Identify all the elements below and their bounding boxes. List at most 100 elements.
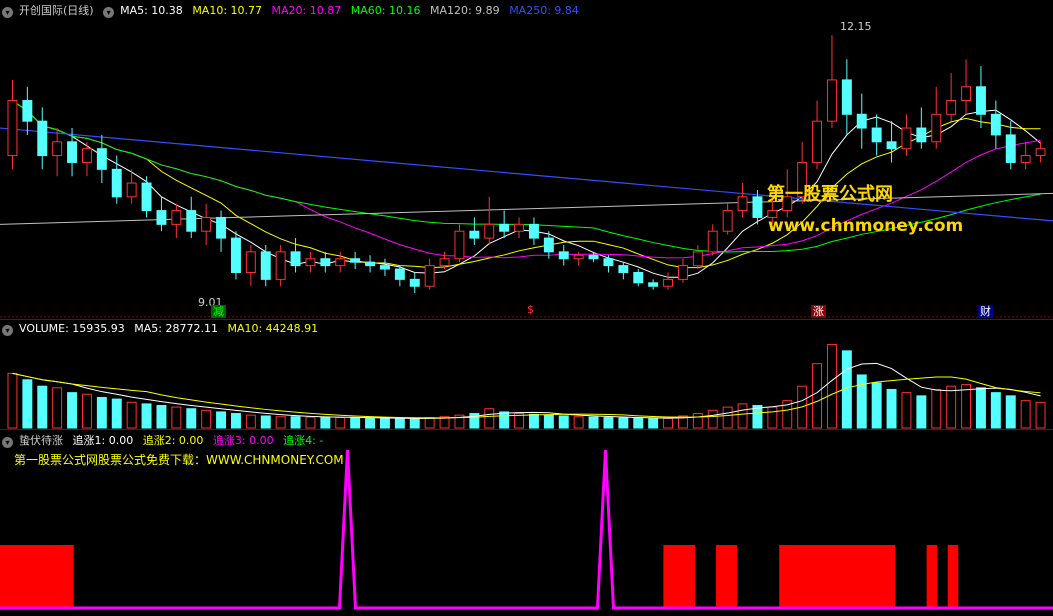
volume-bar [812,363,823,429]
signal-block [947,545,959,608]
watermark-url: www.chnmoney.com [768,216,964,236]
candle-body [752,196,763,218]
event-marker-reduce[interactable]: 减 [208,303,229,319]
volume-bar [81,393,92,429]
event-marker-dividend[interactable]: $ [524,303,537,316]
price-header: ▾ 开创国际(日线) ▾ MA5: 10.38 MA10: 10.77 MA20: … [2,2,585,18]
volume-bar [1020,400,1031,429]
volume-bar [37,385,48,429]
zhuizhang3-value: 追涨3: 0.00 [212,434,274,447]
candle-body [916,127,927,143]
volume-bar [96,396,107,429]
indicator-panel[interactable]: ▾ 蛰伏待涨 追涨1: 0.00 追涨2: 0.00 追涨3: 0.00 追涨4:… [0,429,1053,616]
candle-body [737,196,748,212]
volume-bar [648,418,659,429]
candle-body [275,251,286,280]
volume-bar [52,387,63,429]
volume-bar [201,409,212,429]
candle-body [22,100,33,122]
volume-bar [1005,395,1016,429]
signal-block [0,545,74,608]
candle-body [543,237,554,253]
candle-body [499,223,510,232]
candle-body [573,254,584,260]
stock-title: 开创国际(日线) [19,4,94,17]
collapse-icon[interactable]: ▾ [2,437,13,448]
volume-bar [171,406,182,429]
candle-body [722,210,733,232]
volume-bar [856,374,867,429]
candle-body [946,100,957,115]
candle-body [663,278,674,287]
volume-bar [499,411,510,429]
volume-header: ▾ VOLUME: 15935.93 MA5: 28772.11 MA10: 44… [2,322,324,336]
ma250-value: MA250: 9.84 [509,4,579,17]
candlestick-chart[interactable] [0,0,1053,319]
candle-body [618,265,629,273]
volume-bar [230,413,241,429]
volume-bar [931,388,942,429]
candle-body [37,120,48,157]
ma60-value: MA60: 10.16 [350,4,421,17]
candle-body [52,141,63,157]
candle-body [469,230,480,239]
volume-bar [901,392,912,429]
ma10-value: MA10: 10.77 [192,4,263,17]
candle-body [558,251,569,260]
indicator-note: 第一股票公式网股票公式免费下载：WWW.CHNMONEY.COM [14,453,344,467]
price-panel[interactable]: ▾ 开创国际(日线) ▾ MA5: 10.38 MA10: 10.77 MA20: … [0,0,1053,319]
candle-body [201,216,212,232]
candle-body [409,278,420,287]
volume-bar [528,413,539,429]
collapse-icon[interactable]: ▾ [103,7,115,18]
candle-body [648,282,659,287]
volume-chart[interactable] [0,320,1053,430]
volume-bar [543,414,554,429]
zhuizhang1-value: 追涨1: 0.00 [72,434,134,447]
candle-body [186,210,197,232]
volume-bar [379,417,390,429]
collapse-icon[interactable]: ▾ [2,325,13,336]
candle-body [1005,134,1016,163]
volume-bar [975,387,986,429]
candle-body [826,79,837,122]
volume-bar [275,416,286,429]
zhuizhang4-value: 追涨4: - [283,434,324,447]
volume-bar [111,398,122,429]
indicator-title: 蛰伏待涨 [19,434,63,447]
ma5-value: MA5: 10.38 [120,4,183,17]
volume-bar [484,408,495,429]
candle-body [424,265,435,287]
candle-body [588,254,599,260]
volume-bar [424,417,435,429]
candle-body [812,120,823,163]
signal-block [716,545,738,608]
volume-bar [305,416,316,429]
candle-body [633,271,644,284]
volume-bar [737,403,748,429]
candle-body [528,223,539,239]
volume-value: VOLUME: 15935.93 [19,322,125,335]
volume-bar [961,384,972,429]
volume-bar [826,343,837,429]
event-marker-finance[interactable]: 财 [975,303,996,319]
ma20-value: MA20: 10.87 [271,4,342,17]
candle-body [365,261,376,267]
candle-body [379,265,390,270]
candle-body [990,113,1001,136]
candle-body [871,127,882,143]
candle-body [1035,148,1046,157]
volume-bar [916,395,927,429]
candle-body [439,258,450,267]
candle-body [260,251,271,280]
volume-bar [409,418,420,429]
volume-bar [320,417,331,429]
volume-panel[interactable]: ▾ VOLUME: 15935.93 MA5: 28772.11 MA10: 44… [0,319,1053,430]
event-marker-rise[interactable]: 涨 [808,303,829,319]
collapse-icon[interactable]: ▾ [2,7,13,18]
candle-body [126,182,137,198]
candle-body [975,86,986,115]
volume-bar [886,388,897,429]
volume-bar [22,379,33,429]
volume-bar [871,382,882,429]
